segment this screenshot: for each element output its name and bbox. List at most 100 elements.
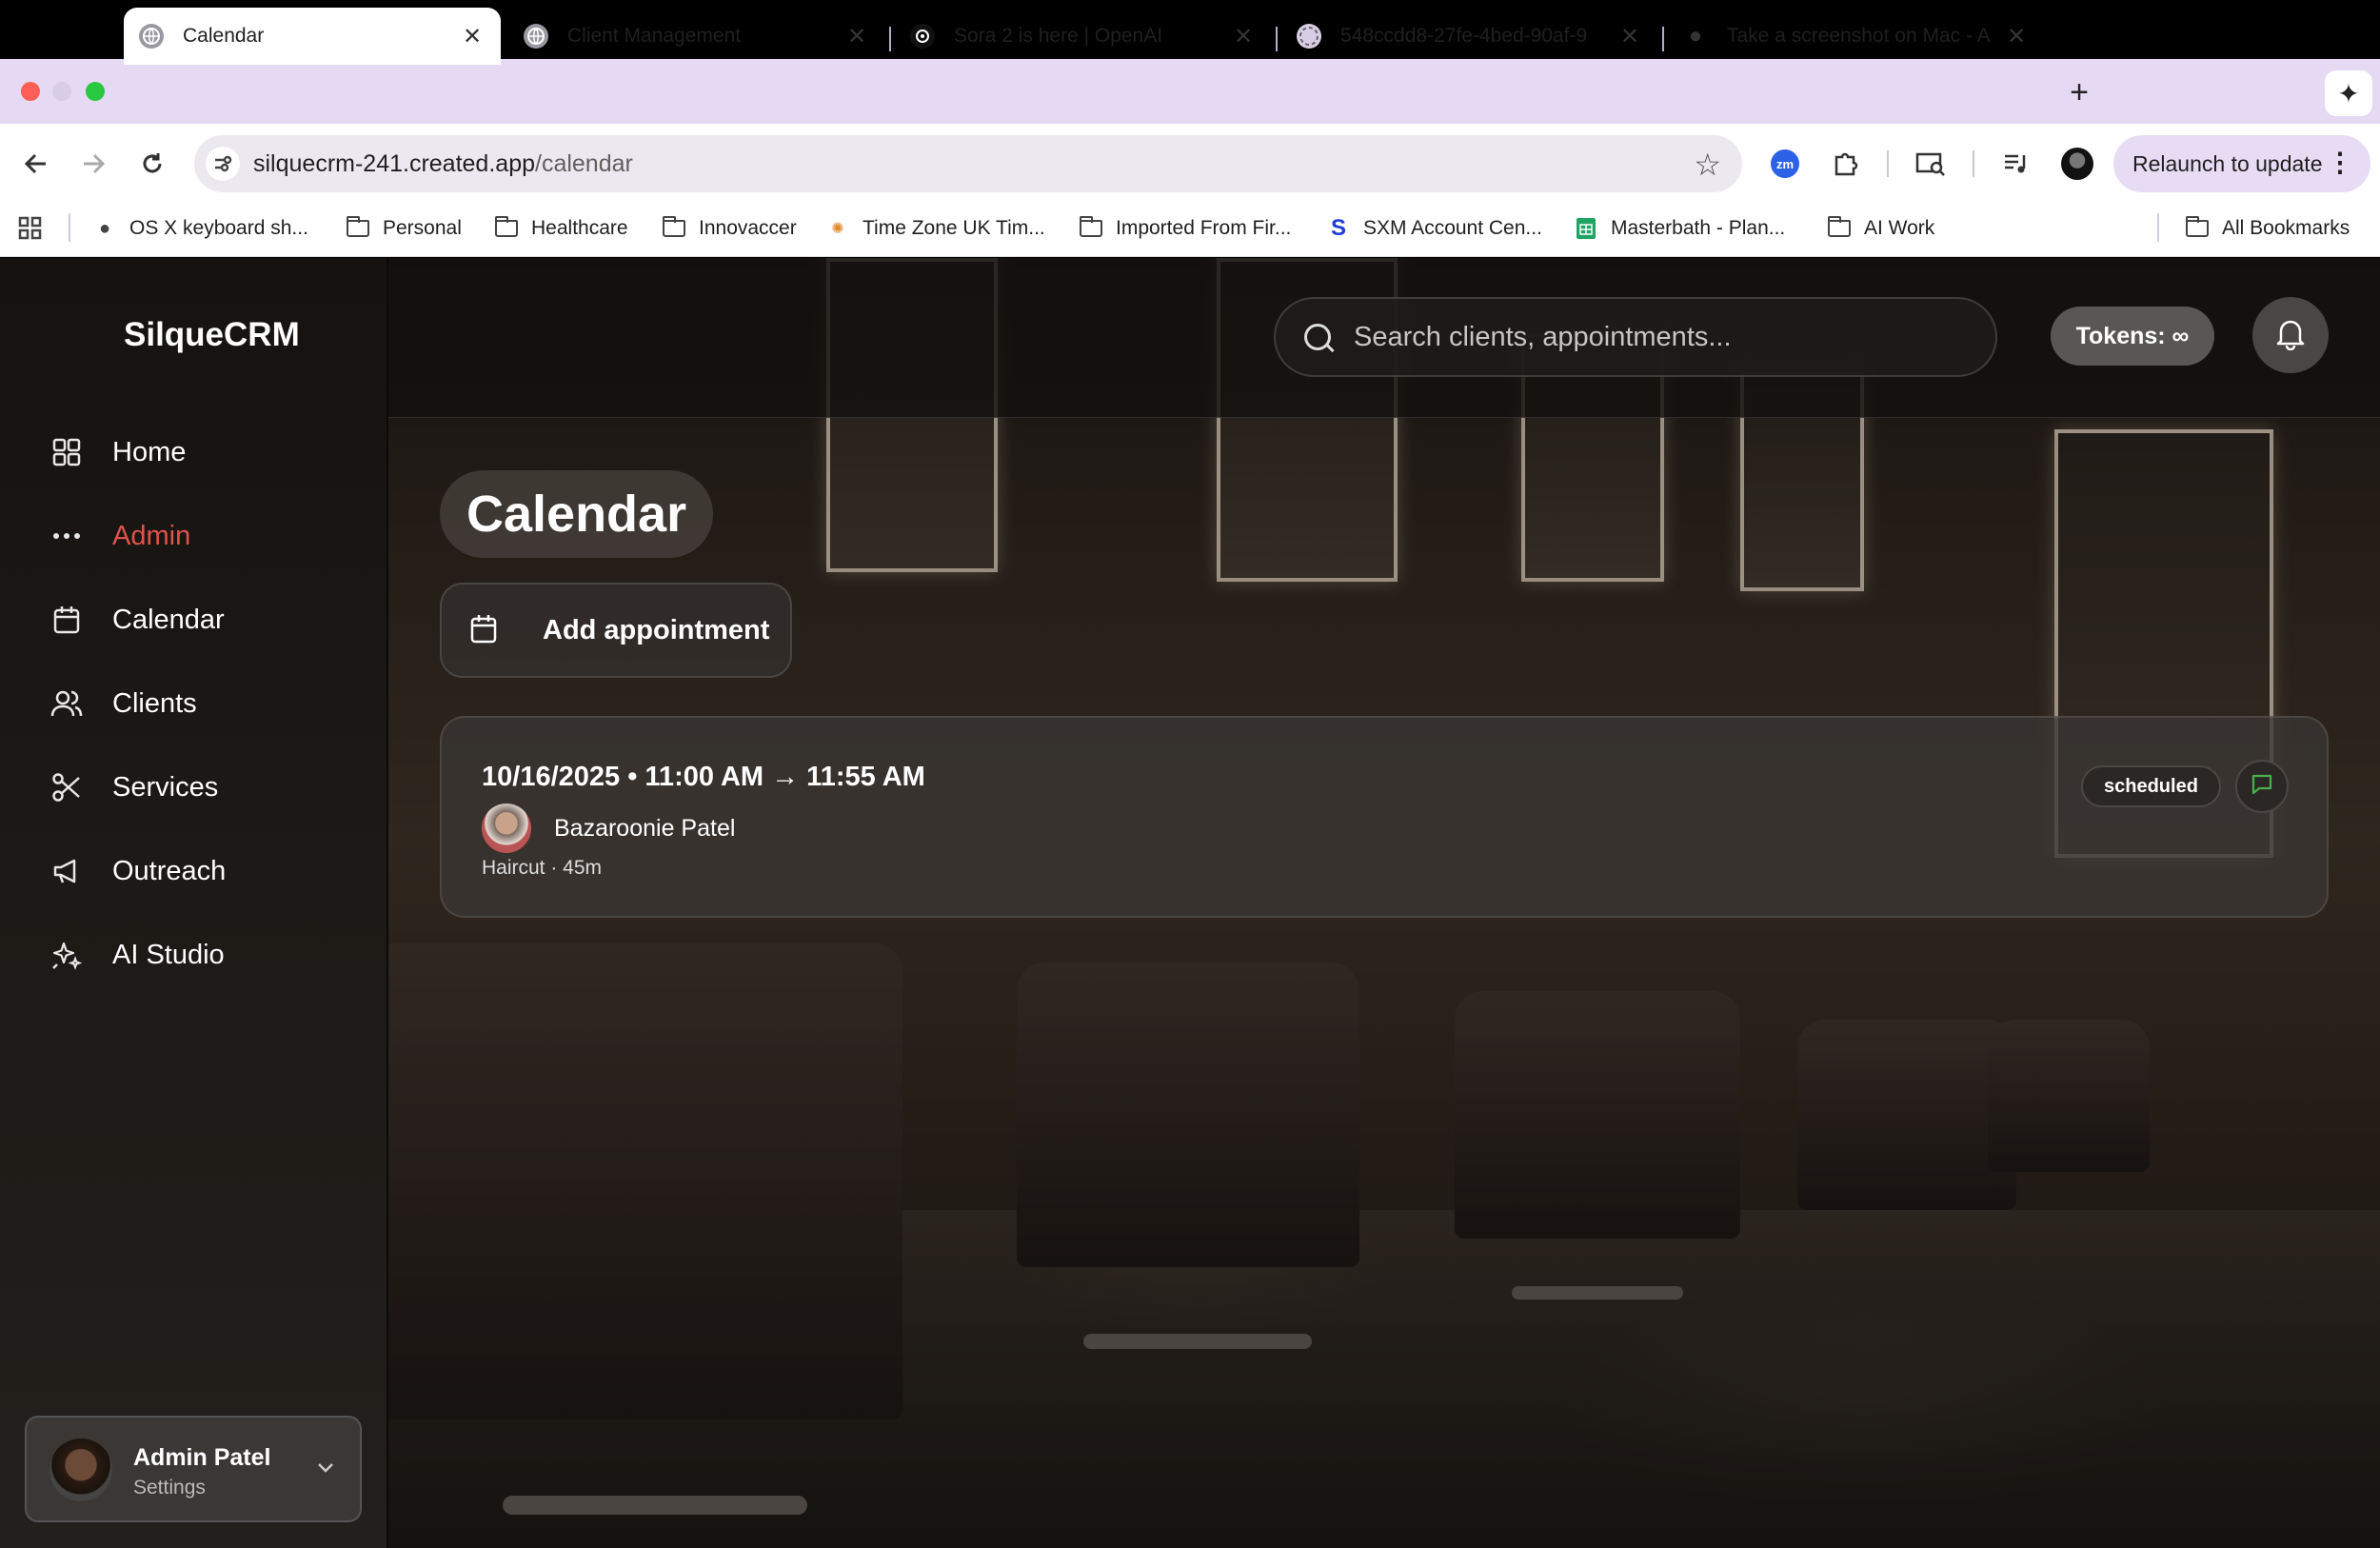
scissors-icon bbox=[48, 768, 86, 806]
close-tab-icon[interactable]: ✕ bbox=[459, 23, 486, 50]
sidebar-item-calendar[interactable]: Calendar bbox=[48, 593, 225, 646]
folder-icon bbox=[345, 216, 371, 240]
bookmark-innovaccer[interactable]: Innovaccer bbox=[661, 213, 797, 244]
sidebar-item-clients[interactable]: Clients bbox=[48, 677, 197, 730]
tab-strip bbox=[0, 59, 2380, 124]
bookmark-label: Innovaccer bbox=[699, 217, 797, 239]
window-close-button[interactable] bbox=[21, 82, 40, 101]
sidebar-item-label: Admin bbox=[112, 520, 191, 551]
page-title: Calendar bbox=[440, 470, 714, 558]
apple-icon: ● bbox=[98, 217, 111, 239]
back-arrow-icon[interactable] bbox=[17, 145, 55, 183]
tab-calendar[interactable]: Calendar ✕ bbox=[124, 8, 501, 65]
sheets-icon bbox=[1573, 217, 1599, 240]
bookmark-ai-work[interactable]: AI Work bbox=[1826, 213, 1934, 244]
close-tab-icon[interactable]: ✕ bbox=[843, 23, 870, 50]
sidebar-item-services[interactable]: Services bbox=[48, 761, 218, 814]
sparkles-icon bbox=[48, 936, 86, 974]
address-bar[interactable]: silquecrm-241.created.app/calendar ☆ bbox=[194, 135, 1742, 192]
url-host: silquecrm-241.created.app bbox=[253, 150, 535, 177]
all-bookmarks-label: All Bookmarks bbox=[2222, 217, 2350, 239]
tab-client-management[interactable]: Client Management ✕ bbox=[508, 8, 885, 65]
reload-icon[interactable] bbox=[133, 145, 171, 183]
bookmark-masterbath[interactable]: Masterbath - Plan... bbox=[1573, 213, 1785, 244]
avatar bbox=[50, 1439, 112, 1501]
bookmark-os-x-keyboard[interactable]: ● OS X keyboard sh... bbox=[91, 213, 308, 244]
service-duration: Haircut · 45m bbox=[482, 857, 603, 879]
bookmark-separator bbox=[2157, 213, 2159, 242]
tab-separator bbox=[889, 27, 891, 51]
sidebar-item-home[interactable]: Home bbox=[48, 426, 186, 479]
search-placeholder: Search clients, appointments... bbox=[1354, 322, 1732, 352]
loading-icon bbox=[1297, 24, 1321, 49]
sidebar-item-label: Calendar bbox=[112, 604, 225, 635]
url-path: /calendar bbox=[535, 150, 633, 177]
tab-search-icon[interactable] bbox=[1914, 147, 1948, 181]
appointment-card[interactable]: 10/16/2025 • 11:00 AM → 11:55 AM Bazaroo… bbox=[440, 716, 2329, 918]
folder-icon bbox=[1826, 216, 1853, 240]
tab-title: Calendar bbox=[183, 25, 265, 47]
window-maximize-button[interactable] bbox=[86, 82, 105, 101]
tab-uuid[interactable]: 548ccdd8-27fe-4bed-90af-9 ✕ bbox=[1281, 8, 1658, 65]
url-text: silquecrm-241.created.app/calendar bbox=[253, 150, 633, 178]
sidebar-item-label: Services bbox=[112, 771, 219, 803]
appointment-datetime: 10/16/2025 • 11:00 AM → 11:55 AM bbox=[482, 762, 925, 792]
add-appointment-button[interactable]: Add appointment bbox=[440, 583, 792, 678]
notifications-button[interactable] bbox=[2252, 297, 2329, 373]
status-badge: scheduled bbox=[2081, 765, 2221, 807]
tokens-badge[interactable]: Tokens: ∞ bbox=[2051, 307, 2214, 366]
brand-logo-text[interactable]: SilqueCRM bbox=[124, 316, 300, 354]
new-tab-plus-icon[interactable]: + bbox=[2062, 76, 2096, 110]
relaunch-button[interactable]: Relaunch to update ⋮ bbox=[2113, 135, 2370, 192]
tab-title: Sora 2 is here | OpenAI bbox=[954, 25, 1163, 47]
dots-icon bbox=[48, 517, 86, 555]
forward-arrow-icon[interactable] bbox=[74, 145, 112, 183]
tab-separator bbox=[1662, 27, 1664, 51]
tab-sora[interactable]: Sora 2 is here | OpenAI ✕ bbox=[895, 8, 1272, 65]
timezone-icon: ✺ bbox=[831, 221, 844, 237]
message-button[interactable] bbox=[2235, 760, 2289, 813]
sidebar-item-admin[interactable]: Admin bbox=[48, 509, 190, 563]
bookmark-time-zone[interactable]: ✺ Time Zone UK Tim... bbox=[824, 213, 1044, 244]
bookmark-label: Masterbath - Plan... bbox=[1611, 217, 1786, 239]
site-settings-icon[interactable] bbox=[206, 147, 240, 181]
close-tab-icon[interactable]: ✕ bbox=[2003, 23, 2030, 50]
close-tab-icon[interactable]: ✕ bbox=[1616, 23, 1643, 50]
all-bookmarks[interactable]: All Bookmarks bbox=[2184, 213, 2350, 244]
folder-icon bbox=[661, 216, 687, 240]
sxm-icon: S bbox=[1330, 215, 1346, 241]
bookmark-sxm[interactable]: S SXM Account Cen... bbox=[1325, 213, 1542, 244]
user-menu[interactable]: Admin Patel Settings bbox=[25, 1416, 362, 1522]
bookmark-imported-firefox[interactable]: Imported From Fir... bbox=[1078, 213, 1291, 244]
sidebar-item-outreach[interactable]: Outreach bbox=[48, 844, 226, 898]
gemini-sparkle-icon[interactable]: ✦ bbox=[2325, 70, 2372, 116]
folder-icon bbox=[1078, 216, 1104, 240]
avatar bbox=[482, 804, 531, 853]
megaphone-icon bbox=[48, 852, 86, 890]
extensions-puzzle-icon[interactable] bbox=[1828, 147, 1862, 181]
sidebar-item-ai-studio[interactable]: AI Studio bbox=[48, 928, 225, 982]
search-input[interactable]: Search clients, appointments... bbox=[1274, 297, 1997, 377]
zoom-extension-icon[interactable]: zm bbox=[1771, 149, 1799, 178]
sidebar-item-label: Clients bbox=[112, 687, 197, 719]
bookmark-healthcare[interactable]: Healthcare bbox=[493, 213, 628, 244]
sidebar-item-label: Home bbox=[112, 436, 187, 467]
globe-icon bbox=[524, 24, 548, 49]
calendar-icon bbox=[48, 601, 86, 639]
close-tab-icon[interactable]: ✕ bbox=[1230, 23, 1257, 50]
bell-icon bbox=[2274, 316, 2307, 355]
client-name[interactable]: Bazaroonie Patel bbox=[554, 815, 735, 843]
tab-apple-support[interactable]: ● Take a screenshot on Mac - A ✕ bbox=[1668, 8, 2045, 65]
bookmark-label: Personal bbox=[383, 217, 462, 239]
apps-grid-icon[interactable] bbox=[17, 213, 44, 244]
bookmark-personal[interactable]: Personal bbox=[345, 213, 462, 244]
user-settings-label: Settings bbox=[133, 1477, 206, 1498]
users-icon bbox=[48, 685, 86, 723]
bookmark-star-icon[interactable]: ☆ bbox=[1694, 147, 1721, 183]
toolbar-separator bbox=[1973, 150, 1974, 177]
media-queue-icon[interactable] bbox=[1999, 147, 2033, 181]
bookmark-label: AI Work bbox=[1864, 217, 1935, 239]
profile-avatar-icon[interactable] bbox=[2061, 148, 2093, 180]
menu-kebab-icon[interactable]: ⋮ bbox=[2327, 147, 2353, 178]
window-minimize-button[interactable] bbox=[52, 82, 71, 101]
